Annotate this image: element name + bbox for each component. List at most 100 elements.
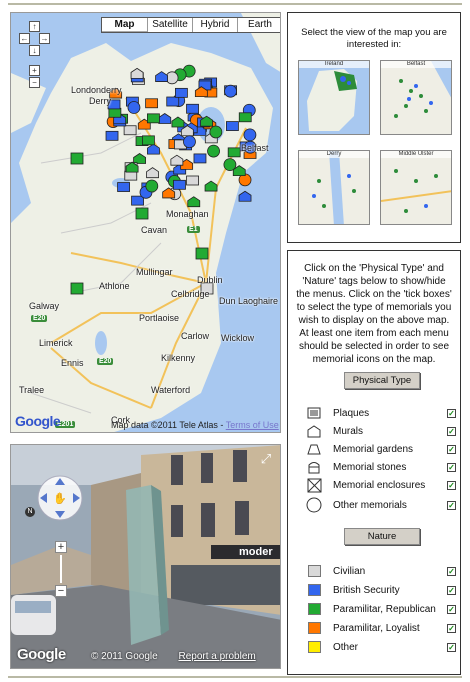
memorial-marker[interactable] <box>195 247 209 260</box>
memorial-marker[interactable] <box>204 180 218 192</box>
memorial-marker[interactable] <box>224 84 237 98</box>
memorial-marker[interactable] <box>108 107 122 118</box>
other-checkbox[interactable]: ✓ <box>447 642 456 652</box>
stones-checkbox[interactable]: ✓ <box>447 462 456 472</box>
map-type-map[interactable]: Map <box>102 18 147 32</box>
memorial-marker[interactable] <box>123 125 137 136</box>
legend-label: Civilian <box>333 565 366 577</box>
place-label: Derry <box>89 96 111 106</box>
murals-checkbox[interactable]: ✓ <box>447 426 456 436</box>
nature-tag[interactable]: Nature <box>344 528 420 545</box>
memorial-marker[interactable] <box>145 98 159 109</box>
legend-row-british-security: British Security ✓ <box>306 582 456 598</box>
memorial-marker[interactable] <box>175 87 188 98</box>
memorial-marker[interactable] <box>155 71 168 82</box>
mural-icon <box>306 424 322 438</box>
memorial-marker[interactable] <box>135 207 149 220</box>
thumb-derry[interactable]: Derry <box>298 150 370 225</box>
zoom-out-icon[interactable]: − <box>55 585 67 597</box>
shop-sign: moder <box>239 546 273 558</box>
memorial-marker[interactable] <box>130 67 144 79</box>
thumb-derry-map <box>299 151 369 224</box>
memorial-marker[interactable] <box>183 135 196 149</box>
place-label: Mullingar <box>136 267 173 277</box>
circle-icon <box>306 497 322 513</box>
bottom-rule <box>8 676 462 678</box>
memorial-marker[interactable] <box>70 282 84 295</box>
civilian-swatch <box>307 565 321 577</box>
memorial-marker[interactable] <box>186 103 199 114</box>
report-problem-link[interactable]: Report a problem <box>178 651 255 662</box>
memorial-marker[interactable] <box>158 113 172 124</box>
physical-type-tag[interactable]: Physical Type <box>344 372 420 389</box>
memorial-marker[interactable] <box>187 196 201 208</box>
map-type-hybrid[interactable]: Hybrid <box>192 18 237 32</box>
memorial-marker[interactable] <box>209 125 223 139</box>
loyalist-checkbox[interactable]: ✓ <box>447 623 456 633</box>
memorial-marker[interactable] <box>173 179 186 190</box>
street-view-pan-control[interactable]: ✋ <box>35 473 85 523</box>
memorial-marker[interactable] <box>131 195 144 206</box>
memorial-marker[interactable] <box>127 101 141 114</box>
memorial-marker[interactable] <box>145 179 159 193</box>
expand-icon[interactable]: ⤢ <box>258 451 274 467</box>
republican-checkbox[interactable]: ✓ <box>447 604 456 614</box>
plaques-checkbox[interactable]: ✓ <box>447 408 456 418</box>
thumb-belfast[interactable]: Belfast <box>380 60 452 135</box>
memorial-marker[interactable] <box>238 112 252 123</box>
road-shield: E20 <box>97 358 114 365</box>
place-label: Kilkenny <box>161 353 196 363</box>
memorial-marker[interactable] <box>105 130 119 141</box>
british-security-checkbox[interactable]: ✓ <box>447 585 456 595</box>
memorial-marker[interactable] <box>193 153 207 164</box>
memorial-marker[interactable] <box>147 113 160 124</box>
memorial-marker[interactable] <box>166 96 180 107</box>
memorial-marker[interactable] <box>147 143 160 155</box>
pan-down-icon[interactable]: ↓ <box>29 45 40 56</box>
legend-row-plaques: Plaques ✓ <box>306 405 456 421</box>
place-label: Carlow <box>181 331 210 341</box>
memorial-marker[interactable] <box>225 121 239 131</box>
thumb-ireland[interactable]: Ireland <box>298 60 370 135</box>
street-view[interactable]: moder ✋ N + − ⤢ Google © 2011 Google Rep… <box>10 444 281 669</box>
memorial-marker[interactable] <box>133 153 146 164</box>
memorial-marker[interactable] <box>70 152 84 165</box>
legend-label: British Security <box>333 584 400 596</box>
map-type-earth[interactable]: Earth <box>237 18 280 32</box>
other-memorials-checkbox[interactable]: ✓ <box>447 500 456 510</box>
thumb-middle-ulster[interactable]: Middle Ulster <box>380 150 452 225</box>
memorial-marker[interactable] <box>142 135 155 146</box>
memorial-marker[interactable] <box>146 167 159 179</box>
zoom-in-icon[interactable]: + <box>29 65 40 76</box>
republican-swatch <box>307 603 321 615</box>
memorial-marker[interactable] <box>171 116 185 128</box>
memorial-markers[interactable] <box>11 13 281 433</box>
zoom-in-icon[interactable]: + <box>55 541 67 553</box>
memorial-marker[interactable] <box>243 128 257 142</box>
memorial-marker[interactable] <box>117 182 130 192</box>
map-type-satellite[interactable]: Satellite <box>147 18 192 32</box>
memorial-marker[interactable] <box>238 190 252 202</box>
terms-of-use-link[interactable]: Terms of Use <box>226 420 279 430</box>
top-rule <box>8 3 462 5</box>
plaque-icon <box>306 406 322 420</box>
road-shield: E20 <box>31 315 48 322</box>
zoom-slider[interactable] <box>60 555 62 583</box>
memorial-marker[interactable] <box>227 147 241 158</box>
gardens-checkbox[interactable]: ✓ <box>447 444 456 454</box>
place-label: Celbridge <box>171 289 210 299</box>
enclosures-checkbox[interactable]: ✓ <box>447 480 456 490</box>
memorial-marker[interactable] <box>170 154 184 166</box>
legend-label: Memorial gardens <box>333 443 414 455</box>
memorial-marker[interactable] <box>207 144 220 158</box>
zoom-out-icon[interactable]: − <box>29 77 40 88</box>
compass-icon[interactable]: N <box>25 507 35 517</box>
pan-right-icon[interactable]: → <box>39 33 50 44</box>
pan-left-icon[interactable]: ← <box>19 33 30 44</box>
memorial-marker[interactable] <box>186 175 199 186</box>
pan-up-icon[interactable]: ↑ <box>29 21 40 32</box>
civilian-checkbox[interactable]: ✓ <box>447 566 456 576</box>
memorial-map[interactable]: Londonderry Derry Belfast Dublin Dun Lao… <box>10 12 281 433</box>
legend-row-loyalist: Paramilitar, Loyalist ✓ <box>306 620 456 636</box>
copyright-text: © 2011 Google <box>91 651 158 662</box>
